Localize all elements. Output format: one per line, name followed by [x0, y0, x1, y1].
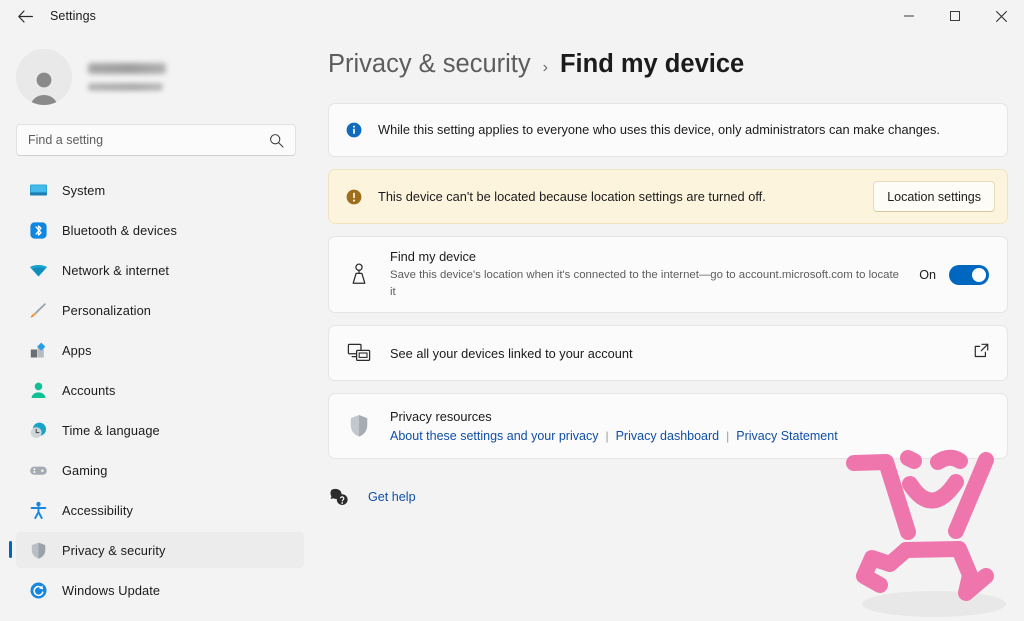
- find-my-device-toggle[interactable]: [949, 264, 989, 285]
- admin-info-banner: While this setting applies to everyone w…: [328, 103, 1008, 158]
- breadcrumb: Privacy & security › Find my device: [328, 50, 1024, 79]
- link-separator: |: [605, 429, 609, 444]
- monitor-icon: [28, 180, 48, 200]
- account-name-redacted: [88, 63, 166, 74]
- sidebar-item-label: Time & language: [62, 422, 160, 438]
- find-my-device-toggle-wrap[interactable]: On: [919, 264, 989, 285]
- linked-devices-body: See all your devices linked to your acco…: [390, 346, 974, 361]
- devices-icon: [346, 340, 372, 366]
- location-settings-button[interactable]: Location settings: [873, 181, 995, 213]
- account-text: [88, 63, 166, 91]
- sidebar-item-label: Windows Update: [62, 582, 161, 598]
- minimize-button[interactable]: [886, 0, 932, 32]
- sidebar-item-label: Gaming: [62, 462, 108, 478]
- wifi-icon: [28, 260, 48, 280]
- back-button[interactable]: [6, 0, 44, 32]
- search-input[interactable]: [17, 126, 249, 154]
- help-icon: [328, 486, 350, 508]
- accessibility-icon: [28, 500, 48, 520]
- breadcrumb-parent[interactable]: Privacy & security: [328, 50, 531, 79]
- sidebar-item-label: Accessibility: [62, 502, 133, 518]
- location-warning-banner: This device can't be located because loc…: [328, 169, 1008, 225]
- maximize-icon: [950, 11, 960, 21]
- close-icon: [995, 10, 1007, 22]
- get-help-label[interactable]: Get help: [368, 490, 416, 504]
- privacy-resources-links: About these settings and your privacy | …: [390, 429, 838, 443]
- privacy-resources-card: Privacy resources About these settings a…: [328, 393, 1008, 460]
- admin-info-text: While this setting applies to everyone w…: [378, 122, 940, 137]
- sidebar-item-network-internet[interactable]: Network & internet: [16, 252, 304, 288]
- search-box[interactable]: [16, 124, 296, 156]
- shield-icon: [28, 540, 48, 560]
- get-help-row[interactable]: Get help: [328, 486, 1024, 508]
- sidebar-item-accounts[interactable]: Accounts: [16, 372, 304, 408]
- sidebar-item-bluetooth-devices[interactable]: Bluetooth & devices: [16, 212, 304, 248]
- sidebar-item-label: Accounts: [62, 382, 116, 398]
- sidebar-item-label: Apps: [62, 342, 92, 358]
- warning-icon: [346, 189, 362, 205]
- shield-icon: [346, 413, 372, 439]
- maximize-button[interactable]: [932, 0, 978, 32]
- external-link-icon[interactable]: [974, 343, 989, 363]
- account-email-redacted: [88, 83, 163, 91]
- avatar: [16, 49, 72, 105]
- sidebar: System Bluetooth & devices Network & int…: [0, 32, 320, 621]
- paintbrush-icon: [28, 300, 48, 320]
- find-my-device-body: Find my device Save this device's locati…: [390, 249, 919, 300]
- gamepad-icon: [28, 460, 48, 480]
- link-separator: |: [726, 429, 730, 444]
- sidebar-item-privacy-security[interactable]: Privacy & security: [9, 532, 304, 568]
- sidebar-nav: System Bluetooth & devices Network & int…: [0, 172, 320, 608]
- privacy-link-about[interactable]: About these settings and your privacy: [390, 429, 598, 443]
- back-arrow-icon: [17, 9, 33, 23]
- sidebar-item-label: Bluetooth & devices: [62, 222, 178, 238]
- sidebar-item-label: Privacy & security: [62, 542, 166, 558]
- account-summary[interactable]: [16, 44, 320, 110]
- main-content: Privacy & security › Find my device Whil…: [320, 32, 1024, 621]
- sidebar-item-gaming[interactable]: Gaming: [16, 452, 304, 488]
- sidebar-item-accessibility[interactable]: Accessibility: [16, 492, 304, 528]
- clock-icon: [28, 420, 48, 440]
- sidebar-item-label: System: [62, 182, 106, 198]
- bluetooth-icon: [28, 220, 48, 240]
- location-person-icon: [346, 262, 372, 288]
- person-icon: [28, 380, 48, 400]
- location-warning-text: This device can't be located because loc…: [378, 189, 766, 205]
- info-icon: [346, 122, 362, 138]
- privacy-link-dashboard[interactable]: Privacy dashboard: [616, 429, 720, 443]
- window-controls: [886, 0, 1024, 32]
- person-avatar-icon: [30, 72, 58, 105]
- app-title: Settings: [50, 9, 96, 23]
- search-icon[interactable]: [269, 133, 284, 148]
- find-my-device-title: Find my device: [390, 249, 477, 265]
- minimize-icon: [904, 15, 914, 17]
- privacy-resources-body: Privacy resources About these settings a…: [390, 409, 838, 443]
- toggle-state-label: On: [919, 267, 936, 282]
- sidebar-item-label: Personalization: [62, 302, 151, 318]
- privacy-resources-title: Privacy resources: [390, 409, 492, 425]
- sidebar-item-system[interactable]: System: [16, 172, 304, 208]
- breadcrumb-separator: ›: [542, 59, 548, 76]
- sidebar-item-label: Network & internet: [62, 262, 170, 278]
- find-my-device-description: Save this device's location when it's co…: [390, 269, 899, 298]
- sidebar-item-apps[interactable]: Apps: [16, 332, 304, 368]
- find-my-device-row: Find my device Save this device's locati…: [328, 236, 1008, 314]
- sidebar-item-time-language[interactable]: Time & language: [16, 412, 304, 448]
- close-button[interactable]: [978, 0, 1024, 32]
- page-title: Find my device: [559, 50, 745, 78]
- sidebar-item-personalization[interactable]: Personalization: [16, 292, 304, 328]
- update-icon: [28, 580, 48, 600]
- title-bar: Settings: [0, 0, 1024, 32]
- privacy-link-statement[interactable]: Privacy Statement: [736, 429, 837, 443]
- toggle-knob: [972, 267, 986, 282]
- apps-icon: [28, 340, 48, 360]
- linked-devices-label: See all your devices linked to your acco…: [390, 345, 633, 361]
- linked-devices-row[interactable]: See all your devices linked to your acco…: [328, 325, 1008, 382]
- sidebar-item-windows-update[interactable]: Windows Update: [16, 572, 304, 608]
